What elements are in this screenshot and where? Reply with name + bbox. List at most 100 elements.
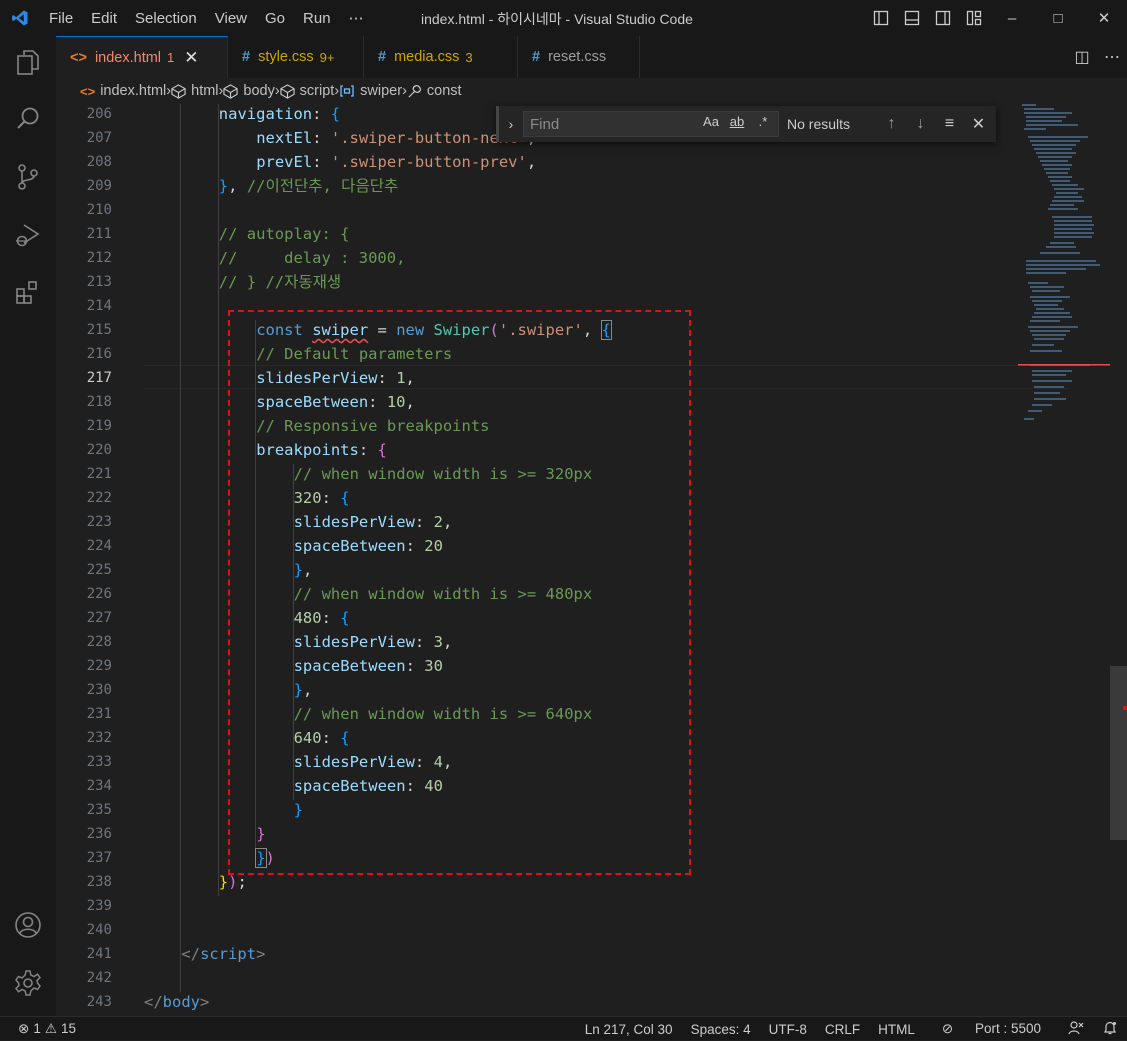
code-line[interactable]: </script> bbox=[181, 942, 265, 966]
code-token: } bbox=[218, 873, 229, 891]
tab-style-css[interactable]: # style.css 9+ bbox=[228, 36, 364, 78]
code-line[interactable]: // delay : 3000, bbox=[219, 246, 406, 270]
toggle-panel-icon[interactable] bbox=[896, 0, 927, 36]
menu-item[interactable]: File bbox=[40, 10, 82, 27]
menu-item[interactable]: View bbox=[206, 10, 256, 27]
find-options: Aa ab .* bbox=[700, 114, 774, 129]
source-control-icon[interactable] bbox=[0, 152, 56, 202]
split-editor-icon[interactable]: ◫ bbox=[1067, 47, 1097, 67]
line-number: 218 bbox=[86, 394, 112, 410]
explorer-icon[interactable] bbox=[0, 38, 56, 88]
close-tab-icon[interactable]: ✕ bbox=[184, 48, 198, 68]
breadcrumb-item[interactable]: body bbox=[223, 83, 275, 99]
code-editor[interactable]: 206 207 208 209 210 211 212 213 214 215 216 217 218 2… bbox=[56, 104, 1110, 1016]
code-token: , bbox=[526, 153, 537, 171]
code-line[interactable]: nextEl: '.swiper-button-next', bbox=[256, 126, 536, 150]
line-number: 240 bbox=[86, 922, 112, 938]
line-number: 225 bbox=[86, 562, 112, 578]
error-marker bbox=[1123, 706, 1127, 710]
line-number: 207 bbox=[86, 130, 112, 146]
activity-bar bbox=[0, 36, 56, 1016]
line-number: 239 bbox=[86, 898, 112, 914]
scrollbar-thumb[interactable] bbox=[1110, 666, 1127, 840]
vertical-scrollbar[interactable] bbox=[1110, 104, 1127, 1016]
breadcrumb-item[interactable]: const bbox=[407, 83, 462, 99]
next-match-icon[interactable]: ↓ bbox=[906, 115, 935, 133]
line-number: 219 bbox=[86, 418, 112, 434]
error-icon: ⊗ bbox=[18, 1020, 30, 1036]
code-line[interactable]: }, //이전단추, 다음단추 bbox=[219, 174, 398, 198]
maximize-button[interactable]: □ bbox=[1035, 0, 1081, 36]
feedback-icon[interactable] bbox=[1059, 1020, 1093, 1039]
menu-item[interactable]: Go bbox=[256, 10, 294, 27]
code-line[interactable]: </body> bbox=[144, 990, 209, 1014]
cursor-position[interactable]: Ln 217, Col 30 bbox=[576, 1022, 682, 1037]
regex-button[interactable]: .* bbox=[752, 114, 774, 129]
line-number: 242 bbox=[86, 970, 112, 986]
code-line[interactable]: prevEl: '.swiper-button-prev', bbox=[256, 150, 536, 174]
tab-media-css[interactable]: # media.css 3 bbox=[364, 36, 518, 78]
language-mode[interactable]: HTML bbox=[869, 1022, 924, 1037]
breadcrumb-item[interactable]: script bbox=[280, 83, 334, 99]
end-of-line[interactable]: CRLF bbox=[816, 1022, 869, 1037]
toggle-primary-sidebar-icon[interactable] bbox=[865, 0, 896, 36]
tab-reset-css[interactable]: # reset.css bbox=[518, 36, 640, 78]
find-result-count: No results bbox=[787, 116, 851, 132]
match-case-button[interactable]: Aa bbox=[700, 114, 722, 129]
line-number: 210 bbox=[86, 202, 112, 218]
line-number: 222 bbox=[86, 490, 112, 506]
tab-index-html[interactable]: <> index.html 1 ✕ bbox=[56, 36, 228, 78]
find-in-selection-icon[interactable]: ≡ bbox=[935, 115, 964, 133]
menu-item[interactable]: Edit bbox=[82, 10, 126, 27]
more-actions-icon[interactable]: ⋯ bbox=[1097, 47, 1127, 67]
port-icon: ⊘ bbox=[941, 1021, 957, 1036]
minimap[interactable] bbox=[1018, 104, 1110, 1016]
code-line[interactable]: // autoplay: { bbox=[219, 222, 350, 246]
line-number: 214 bbox=[86, 298, 112, 314]
extensions-icon[interactable] bbox=[0, 268, 56, 318]
vscode-logo-icon[interactable] bbox=[0, 0, 40, 36]
code-token: body bbox=[162, 993, 200, 1011]
run-debug-icon[interactable] bbox=[0, 210, 56, 260]
code-token: </ bbox=[144, 993, 163, 1011]
menu-item[interactable]: ⋯ bbox=[340, 9, 373, 27]
line-number: 224 bbox=[86, 538, 112, 554]
previous-match-icon[interactable]: ↑ bbox=[877, 115, 906, 133]
code-line[interactable]: navigation: { bbox=[219, 104, 340, 126]
breadcrumb-item[interactable]: <> index.html bbox=[80, 83, 166, 99]
toggle-replace-icon[interactable]: › bbox=[499, 116, 523, 132]
breadcrumb-item[interactable]: swiper bbox=[339, 83, 402, 99]
tab-label: media.css bbox=[394, 49, 460, 65]
minimize-button[interactable]: – bbox=[989, 0, 1035, 36]
settings-gear-icon[interactable] bbox=[0, 958, 56, 1008]
close-window-button[interactable]: ✕ bbox=[1081, 0, 1127, 36]
whole-word-button[interactable]: ab bbox=[726, 114, 748, 129]
close-find-icon[interactable]: ✕ bbox=[964, 114, 993, 134]
wrench-icon bbox=[407, 84, 422, 99]
toggle-secondary-sidebar-icon[interactable] bbox=[927, 0, 958, 36]
code-line[interactable]: // } //자동재생 bbox=[219, 270, 341, 294]
encoding[interactable]: UTF-8 bbox=[760, 1022, 816, 1037]
code-token: > bbox=[256, 945, 266, 963]
editor-tabs: <> index.html 1 ✕ # style.css 9+ # media.css 3 # re… bbox=[56, 36, 1127, 78]
window-title: index.html - 하이시네마 - Visual Studio Code bbox=[421, 11, 693, 27]
indentation[interactable]: Spaces: 4 bbox=[682, 1022, 760, 1037]
breadcrumb-item[interactable]: html bbox=[171, 83, 219, 99]
line-number: 223 bbox=[86, 514, 112, 530]
live-server-port[interactable]: ⊘ Port : 5500 bbox=[924, 1021, 1059, 1037]
line-number: 206 bbox=[86, 106, 112, 122]
line-number: 213 bbox=[86, 274, 112, 290]
code-token: , bbox=[228, 177, 247, 195]
menu-item[interactable]: Run bbox=[294, 10, 340, 27]
notifications-bell-icon[interactable] bbox=[1093, 1020, 1127, 1039]
css-file-icon: # bbox=[378, 49, 387, 65]
title-bar: File Edit Selection View Go Run ⋯ index.html -… bbox=[0, 0, 1127, 36]
problems-indicator[interactable]: ⊗ 1 ⚠ 15 bbox=[0, 1021, 76, 1037]
breadcrumb-label: html bbox=[191, 83, 219, 99]
accounts-icon[interactable] bbox=[0, 900, 56, 950]
search-icon[interactable] bbox=[0, 94, 56, 144]
find-input[interactable] bbox=[530, 115, 700, 133]
customize-layout-icon[interactable] bbox=[958, 0, 989, 36]
status-bar: ⊗ 1 ⚠ 15 Ln 217, Col 30 Spaces: 4 UTF-8 … bbox=[0, 1016, 1127, 1040]
menu-item[interactable]: Selection bbox=[126, 10, 206, 27]
